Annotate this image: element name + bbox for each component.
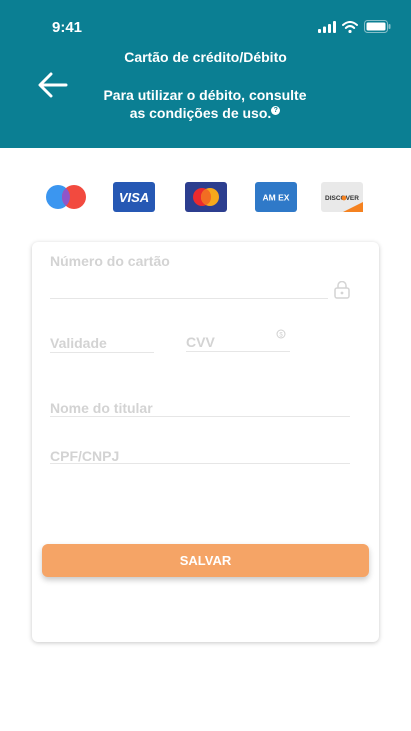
holder-name-input[interactable] [50,416,350,417]
holder-name-label: Nome do titular [50,400,153,416]
back-arrow-icon[interactable] [38,72,68,98]
signal-icon [318,20,336,33]
header: 9:41 Cartão de crédito/Débito Para utili… [0,0,411,148]
mastercard-logo-icon [193,188,219,206]
help-icon[interactable]: ? [271,106,281,116]
amex-logo-text: AM EX [263,193,290,203]
subtitle-line-2: as condições de uso.? [95,104,315,122]
discover-logo: DISCOVER [321,182,363,212]
document-input[interactable] [50,463,350,464]
card-brands: VISA AM EX DISCOVER [0,182,411,212]
subtitle-line-1: Para utilizar o débito, consulte [103,87,307,103]
status-time: 9:41 [52,19,83,36]
lock-icon [334,281,350,299]
cvv-label: CVV [186,334,215,350]
cvv-input[interactable] [186,351,290,352]
mastercard-logo [185,182,227,212]
visa-logo: VISA [113,182,155,212]
card-number-input[interactable] [50,298,328,299]
maestro-logo-icon [46,185,86,209]
page-title: Cartão de crédito/Débito [124,49,287,65]
validity-label: Validade [50,335,107,351]
save-button[interactable]: SALVAR [42,544,369,577]
subtitle-line-2-text: as condições de uso. [129,105,272,121]
battery-icon [364,20,391,33]
wifi-icon [342,20,358,33]
card-number-label: Número do cartão [50,253,170,269]
visa-logo-text: VISA [119,190,149,205]
document-label: CPF/CNPJ [50,448,120,464]
validity-input[interactable] [50,352,154,353]
info-icon[interactable]: $ [276,329,286,339]
card-form: Número do cartão Validade CVV $ Nome do … [32,242,379,642]
amex-logo: AM EX [255,182,297,212]
debit-info-text: Para utilizar o débito, consulte as cond… [95,86,315,122]
status-icons [318,20,391,33]
